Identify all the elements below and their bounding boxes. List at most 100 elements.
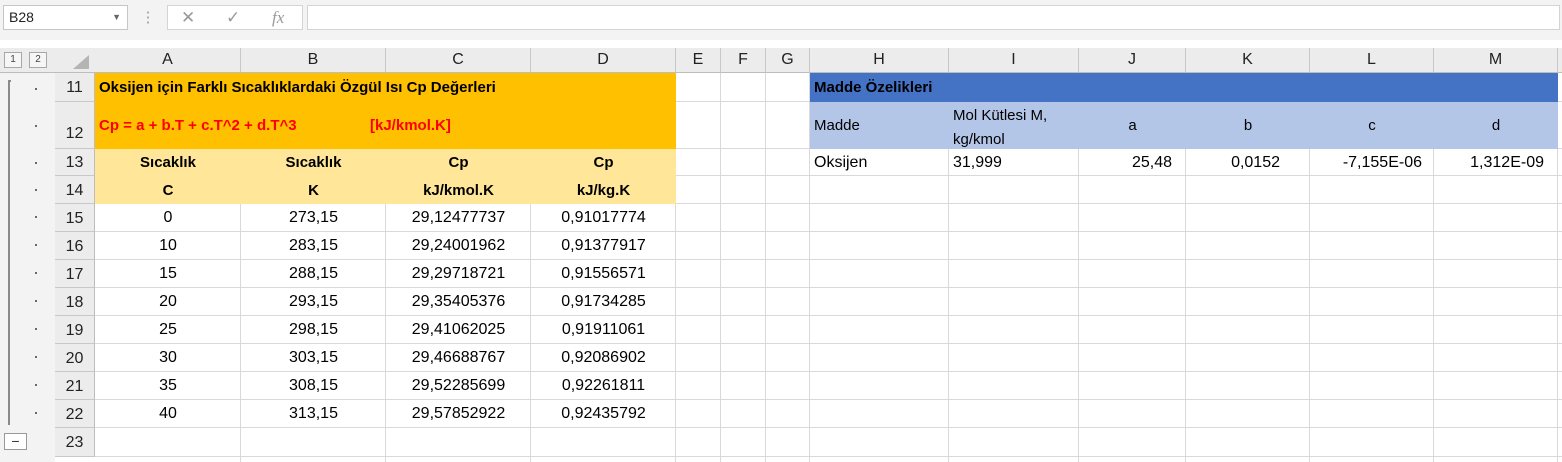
cp-cell[interactable]: 0 (95, 204, 241, 232)
column-header-a[interactable]: A (95, 48, 241, 73)
column-header-g[interactable]: G (766, 48, 810, 73)
cp-cell[interactable]: 29,41062025 (386, 316, 531, 344)
cp-cell[interactable]: 10 (95, 232, 241, 260)
cp-cell[interactable]: 0,91377917 (531, 232, 676, 260)
select-all-button[interactable] (73, 55, 89, 69)
cp-cell[interactable]: 0,91734285 (531, 288, 676, 316)
column-header-m[interactable]: M (1434, 48, 1558, 73)
unit-kj-kg-k[interactable]: kJ/kg.K (531, 176, 676, 204)
row-header-19[interactable]: 19 (55, 316, 95, 344)
cp-cell[interactable]: 29,24001962 (386, 232, 531, 260)
column-header-d[interactable]: D (531, 48, 676, 73)
outline-dot (35, 189, 37, 191)
cp-cell[interactable]: 273,15 (241, 204, 386, 232)
header-madde[interactable]: Madde (810, 102, 949, 149)
header-c[interactable]: c (1310, 102, 1434, 149)
property-madde[interactable]: Oksijen (810, 149, 949, 176)
row-header-14[interactable]: 14 (55, 176, 95, 204)
cp-cell[interactable]: 0,91911061 (531, 316, 676, 344)
cp-cell[interactable]: 0,91017774 (531, 204, 676, 232)
header-sicaklik-k[interactable]: Sıcaklık (241, 149, 386, 176)
header-d[interactable]: d (1434, 102, 1558, 149)
cp-cell[interactable]: 293,15 (241, 288, 386, 316)
property-a[interactable]: 25,48 (1079, 149, 1186, 176)
properties-title[interactable]: Madde Özelikleri (810, 73, 1110, 102)
header-cp-kg[interactable]: Cp (531, 149, 676, 176)
insert-function-icon[interactable]: fx (272, 6, 284, 29)
cp-cell[interactable]: 313,15 (241, 400, 386, 428)
property-b[interactable]: 0,0152 (1186, 149, 1310, 176)
header-b[interactable]: b (1186, 102, 1310, 149)
row-header-21[interactable]: 21 (55, 372, 95, 400)
cp-cell[interactable]: 29,35405376 (386, 288, 531, 316)
cp-cell[interactable]: 0,92086902 (531, 344, 676, 372)
row-header-20[interactable]: 20 (55, 344, 95, 372)
header-sicaklik-c[interactable]: Sıcaklık (95, 149, 241, 176)
name-box-dropdown-icon[interactable]: ▼ (112, 6, 121, 29)
cp-cell[interactable]: 29,12477737 (386, 204, 531, 232)
outline-dot (35, 412, 37, 414)
outline-dot (35, 300, 37, 302)
property-molar-mass[interactable]: 31,999 (949, 149, 1079, 176)
cp-cell[interactable]: 29,29718721 (386, 260, 531, 288)
header-kg-kmol[interactable]: kg/kmol (949, 126, 1079, 149)
row-header-22[interactable]: 22 (55, 400, 95, 428)
cp-cell[interactable]: 0,91556571 (531, 260, 676, 288)
row-header-16[interactable]: 16 (55, 232, 95, 260)
outline-collapse-button[interactable]: − (4, 433, 27, 450)
cp-units[interactable]: [kJ/kmol.K] (366, 102, 566, 149)
cancel-icon[interactable]: ✕ (181, 6, 195, 29)
row-header-15[interactable]: 15 (55, 204, 95, 232)
cp-cell[interactable]: 303,15 (241, 344, 386, 372)
unit-kj-kmol-k[interactable]: kJ/kmol.K (386, 176, 531, 204)
cp-cell[interactable]: 15 (95, 260, 241, 288)
header-mol-kutlesi[interactable]: Mol Kütlesi M, (949, 102, 1079, 125)
cp-cell[interactable]: 29,46688767 (386, 344, 531, 372)
unit-k[interactable]: K (241, 176, 386, 204)
column-header-c[interactable]: C (386, 48, 531, 73)
enter-icon[interactable]: ✓ (226, 6, 240, 29)
header-a[interactable]: a (1079, 102, 1186, 149)
cp-cell[interactable]: 40 (95, 400, 241, 428)
cp-cell[interactable]: 35 (95, 372, 241, 400)
cp-cell[interactable]: 20 (95, 288, 241, 316)
outline-level-2-button[interactable]: 2 (29, 52, 47, 68)
property-c[interactable]: -7,155E-06 (1310, 149, 1434, 176)
cp-table-title[interactable]: Oksijen için Farklı Sıcaklıklardaki Özgü… (95, 73, 676, 102)
unit-c[interactable]: C (95, 176, 241, 204)
column-header-b[interactable]: B (241, 48, 386, 73)
header-cp-kmol[interactable]: Cp (386, 149, 531, 176)
cp-cell[interactable]: 298,15 (241, 316, 386, 344)
column-header-f[interactable]: F (721, 48, 766, 73)
column-header-h[interactable]: H (810, 48, 949, 73)
cp-cell[interactable]: 29,57852922 (386, 400, 531, 428)
row-header-18[interactable]: 18 (55, 288, 95, 316)
column-header-l[interactable]: L (1310, 48, 1434, 73)
row-header-12[interactable]: 12 (55, 102, 95, 149)
formula-input[interactable] (307, 5, 1560, 30)
cp-cell[interactable]: 288,15 (241, 260, 386, 288)
column-header-i[interactable]: I (949, 48, 1079, 73)
cp-cell[interactable]: 308,15 (241, 372, 386, 400)
row-header-17[interactable]: 17 (55, 260, 95, 288)
cp-cell[interactable]: 283,15 (241, 232, 386, 260)
row-header-13[interactable]: 13 (55, 149, 95, 176)
column-header-e[interactable]: E (676, 48, 721, 73)
gridline (765, 73, 766, 462)
property-d[interactable]: 1,312E-09 (1434, 149, 1558, 176)
outline-dot (35, 272, 37, 274)
cp-cell[interactable]: 0,92435792 (531, 400, 676, 428)
outline-dot (35, 216, 37, 218)
outline-level-1-button[interactable]: 1 (4, 52, 22, 68)
cp-cell[interactable]: 25 (95, 316, 241, 344)
cp-cell[interactable]: 30 (95, 344, 241, 372)
name-box[interactable]: B28 ▼ (3, 5, 128, 30)
column-header-n-partial[interactable] (1558, 48, 1562, 73)
cp-formula[interactable]: Cp = a + b.T + c.T^2 + d.T^3 (95, 102, 395, 149)
cp-cell[interactable]: 0,92261811 (531, 372, 676, 400)
cp-cell[interactable]: 29,52285699 (386, 372, 531, 400)
column-header-j[interactable]: J (1079, 48, 1186, 73)
row-header-23[interactable]: 23 (55, 428, 95, 457)
column-header-k[interactable]: K (1186, 48, 1310, 73)
row-header-11[interactable]: 11 (55, 73, 95, 102)
